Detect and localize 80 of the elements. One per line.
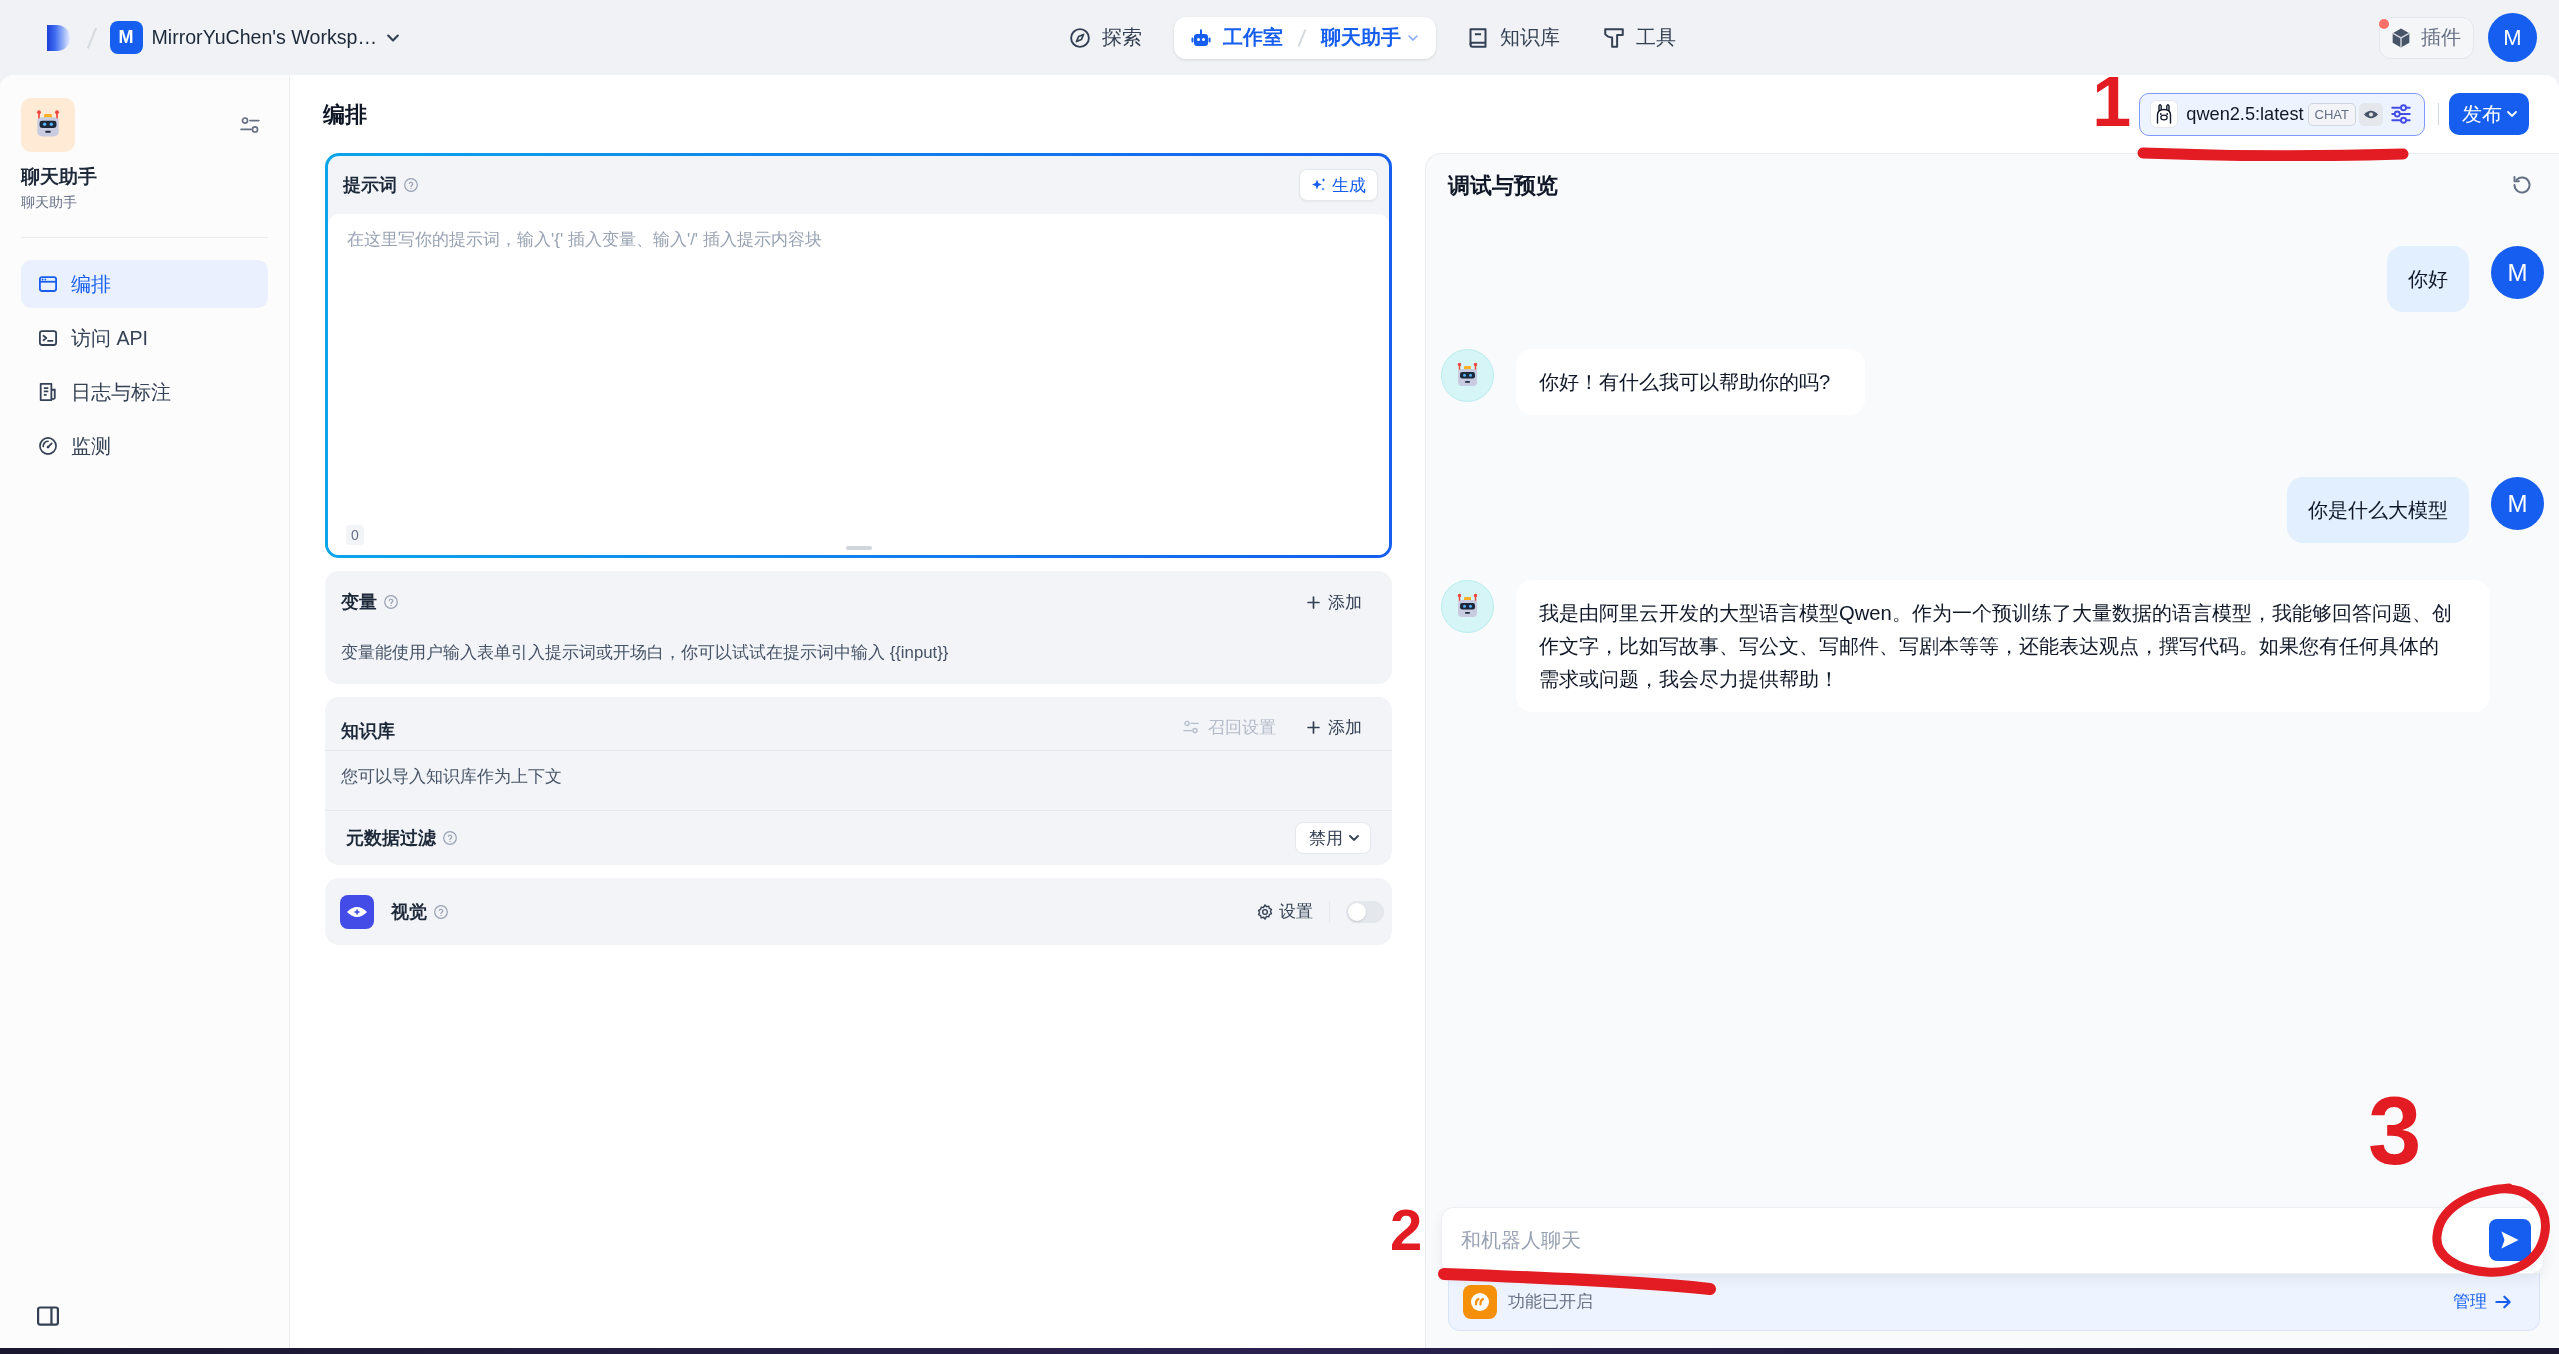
robot-icon [21,98,75,152]
section-description: 您可以导入知识库作为上下文 [325,751,1392,811]
chevron-down-icon [1349,835,1359,841]
window-icon [39,275,57,293]
plus-icon [1307,595,1320,609]
document-icon [39,383,57,401]
workspace-name[interactable]: MirrorYuChen's Worksp… [151,26,377,49]
add-button[interactable]: 添加 [1295,711,1374,743]
arrow-right-icon [2495,1293,2511,1310]
add-button[interactable]: 添加 [1295,586,1374,618]
settings-button[interactable]: 设置 [1253,895,1317,928]
user-message: 你好 [2387,246,2469,312]
sidebar-toggle-icon[interactable] [37,1306,59,1326]
app-type: 聊天助手 [21,193,78,212]
manage-link[interactable]: 管理 [2453,1290,2511,1313]
char-count: 0 [346,525,364,545]
eye-icon [340,894,374,929]
section-title: 知识库 [341,720,395,743]
robot-icon [1441,349,1494,402]
section-title: 视觉 [391,900,427,924]
book-icon [1467,27,1488,48]
user-avatar[interactable]: M [2488,13,2537,62]
assistant-message: 你好！有什么我可以帮助你的吗? [1516,349,1866,415]
metadata-filter-label: 元数据过滤 [346,827,436,850]
refresh-icon[interactable] [2512,175,2532,195]
user-message: 你是什么大模型 [2287,477,2469,543]
resize-handle[interactable] [845,546,872,550]
chevron-down-icon [2507,111,2517,117]
chevron-down-icon[interactable] [387,33,399,42]
section-title: 变量 [341,591,377,614]
sidebar-item[interactable]: 编排 [21,260,268,308]
compass-icon [1070,27,1090,48]
quote-icon [1463,1284,1497,1319]
assistant-message: 我是由阿里云开发的大型语言模型Qwen。作为一个预训练了大量数据的语言模型，我能够回答问题、创作文字，比如写故事、写公文、写邮件、写剧本等等，还能表达观点，撰写代码。如果您有任何具体的需求或问题，我会尽力提供帮助！ [1516,580,2490,712]
settings-icon [1257,903,1273,920]
section-description: 变量能使用户输入表单引入提示词或开场白，你可以试试在提示词中输入 {{input}} [340,642,950,664]
robot-icon [1191,27,1211,48]
metadata-filter-select[interactable]: 禁用 [1295,822,1371,854]
cube-icon [2391,27,2411,48]
panel-title: 调试与预览 [1448,171,1558,200]
sidebar-item[interactable]: 日志与标注 [21,368,268,416]
robot-icon [1441,580,1494,633]
logo-icon[interactable] [46,23,72,52]
annotation-number: 3 [2368,1083,2422,1179]
plus-icon [1307,720,1320,734]
sidebar-item[interactable]: 访问 API [21,314,268,362]
annotation-number: 2 [1390,1201,1423,1259]
sliders-icon[interactable] [2391,104,2411,124]
chevron-down-icon [1407,34,1418,41]
terminal-icon [39,329,57,347]
app-name: 聊天助手 [21,165,98,189]
gauge-icon [39,437,57,455]
sidebar-item[interactable]: 监测 [21,422,268,470]
nav-tab[interactable]: 工作室 聊天助手 [1174,16,1436,59]
eye-icon [2359,102,2383,126]
hammer-icon [1603,27,1624,48]
workspace-avatar[interactable]: M [109,21,143,54]
vision-toggle[interactable] [1346,900,1384,923]
generate-button[interactable]: 生成 [1299,169,1378,201]
app-switcher[interactable]: 聊天助手 [1320,24,1418,51]
send-icon [2500,1230,2520,1250]
mode-badge: CHAT [2307,102,2356,126]
nav-tab[interactable]: 工具 [1591,16,1688,59]
chat-input[interactable]: 和机器人聊天 [1442,1208,2543,1273]
page-title: 编排 [323,100,367,129]
annotation-number: 1 [2092,75,2132,137]
model-selector[interactable]: qwen2.5:latest CHAT [2139,92,2425,136]
features-status: 功能已开启 [1508,1291,1593,1313]
sparkle-icon [1311,177,1327,193]
user-avatar: M [2491,477,2544,530]
nav-tab[interactable]: 知识库 [1455,16,1572,59]
sliders-icon[interactable] [240,115,260,135]
sliders-icon [1183,719,1199,735]
user-avatar: M [2491,246,2544,299]
send-button[interactable] [2489,1219,2531,1261]
llama-icon [2150,100,2179,128]
publish-button[interactable]: 发布 [2449,93,2529,135]
prompt-label: 提示词 [343,174,397,197]
plugins-button[interactable]: 插件 [2379,16,2474,59]
nav-tab[interactable]: 探索 [1058,16,1154,59]
